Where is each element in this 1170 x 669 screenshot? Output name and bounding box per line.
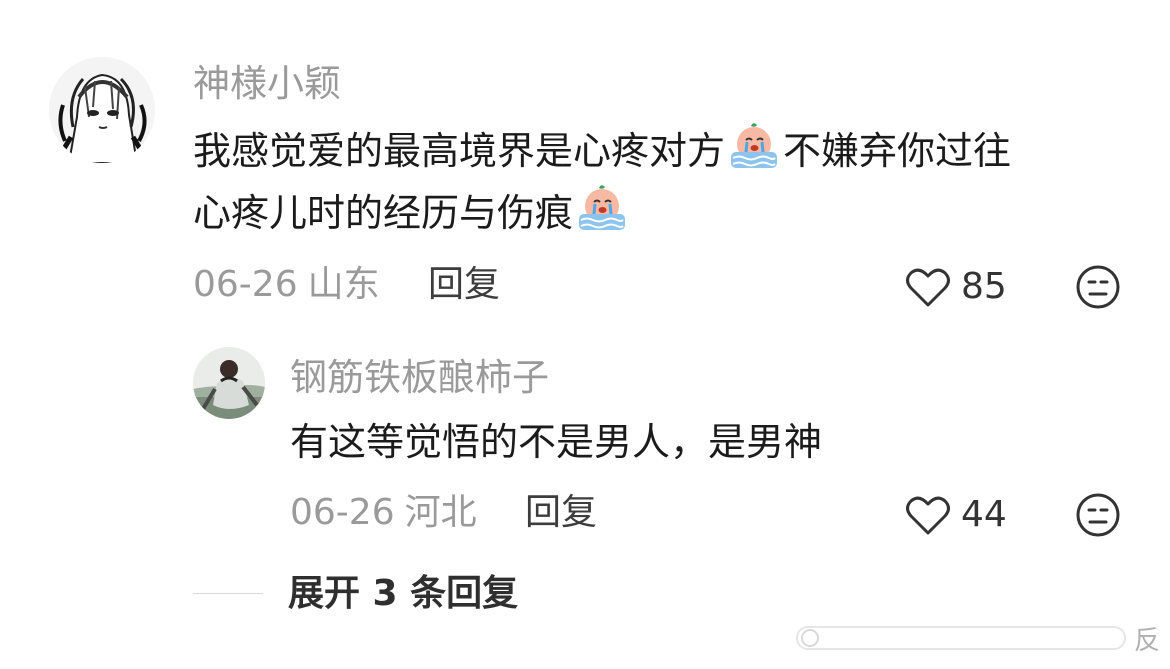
- neutral-face-icon[interactable]: [1075, 492, 1121, 538]
- avatar[interactable]: [49, 57, 155, 163]
- comment-date: 06-26: [193, 264, 298, 305]
- reply-like-button[interactable]: 44: [905, 491, 1007, 539]
- reply-avatar[interactable]: [193, 347, 265, 419]
- reply-date: 06-26: [290, 492, 395, 533]
- comment-text: 我感觉爱的最高境界是心疼对方 不嫌弃你过往: [193, 122, 1011, 180]
- crying-face-emoji-icon: [579, 185, 626, 230]
- expand-replies-button[interactable]: 展开 3 条回复: [288, 572, 518, 616]
- watermark: 反: [796, 618, 1160, 658]
- watermark-pill-icon: [796, 626, 1126, 650]
- reply-text: 有这等觉悟的不是男人，是男神: [290, 420, 823, 464]
- reply-like-count: 44: [961, 494, 1007, 535]
- reply-location: 河北: [404, 492, 477, 533]
- comment-meta: 06-26 山东: [193, 263, 380, 307]
- reply-username[interactable]: 钢筋铁板酿柿子: [290, 354, 549, 402]
- reply-reply-button[interactable]: 回复: [525, 491, 597, 535]
- heart-outline-icon: [906, 268, 950, 307]
- comment-text-line2: 心疼儿时的经历与伤痕: [193, 184, 631, 242]
- crying-face-emoji-icon: [731, 123, 778, 168]
- avatar-image: [49, 57, 155, 163]
- comment-text-part3: 心疼儿时的经历与伤痕: [193, 191, 574, 235]
- expand-divider: [193, 593, 263, 594]
- comment-text-part2: 不嫌弃你过往: [783, 129, 1012, 173]
- watermark-text: 反: [1134, 625, 1161, 656]
- neutral-face-icon[interactable]: [1075, 264, 1121, 310]
- reply-button[interactable]: 回复: [428, 263, 500, 307]
- reply-avatar-image: [193, 347, 265, 419]
- comment-text-part1: 我感觉爱的最高境界是心疼对方: [193, 129, 726, 173]
- comment-location: 山东: [307, 264, 380, 305]
- like-button[interactable]: 85: [905, 263, 1007, 311]
- like-count: 85: [961, 266, 1007, 307]
- comment-username[interactable]: 神様小颖: [193, 60, 341, 108]
- reply-meta: 06-26 河北: [290, 491, 477, 535]
- heart-outline-icon: [906, 496, 950, 535]
